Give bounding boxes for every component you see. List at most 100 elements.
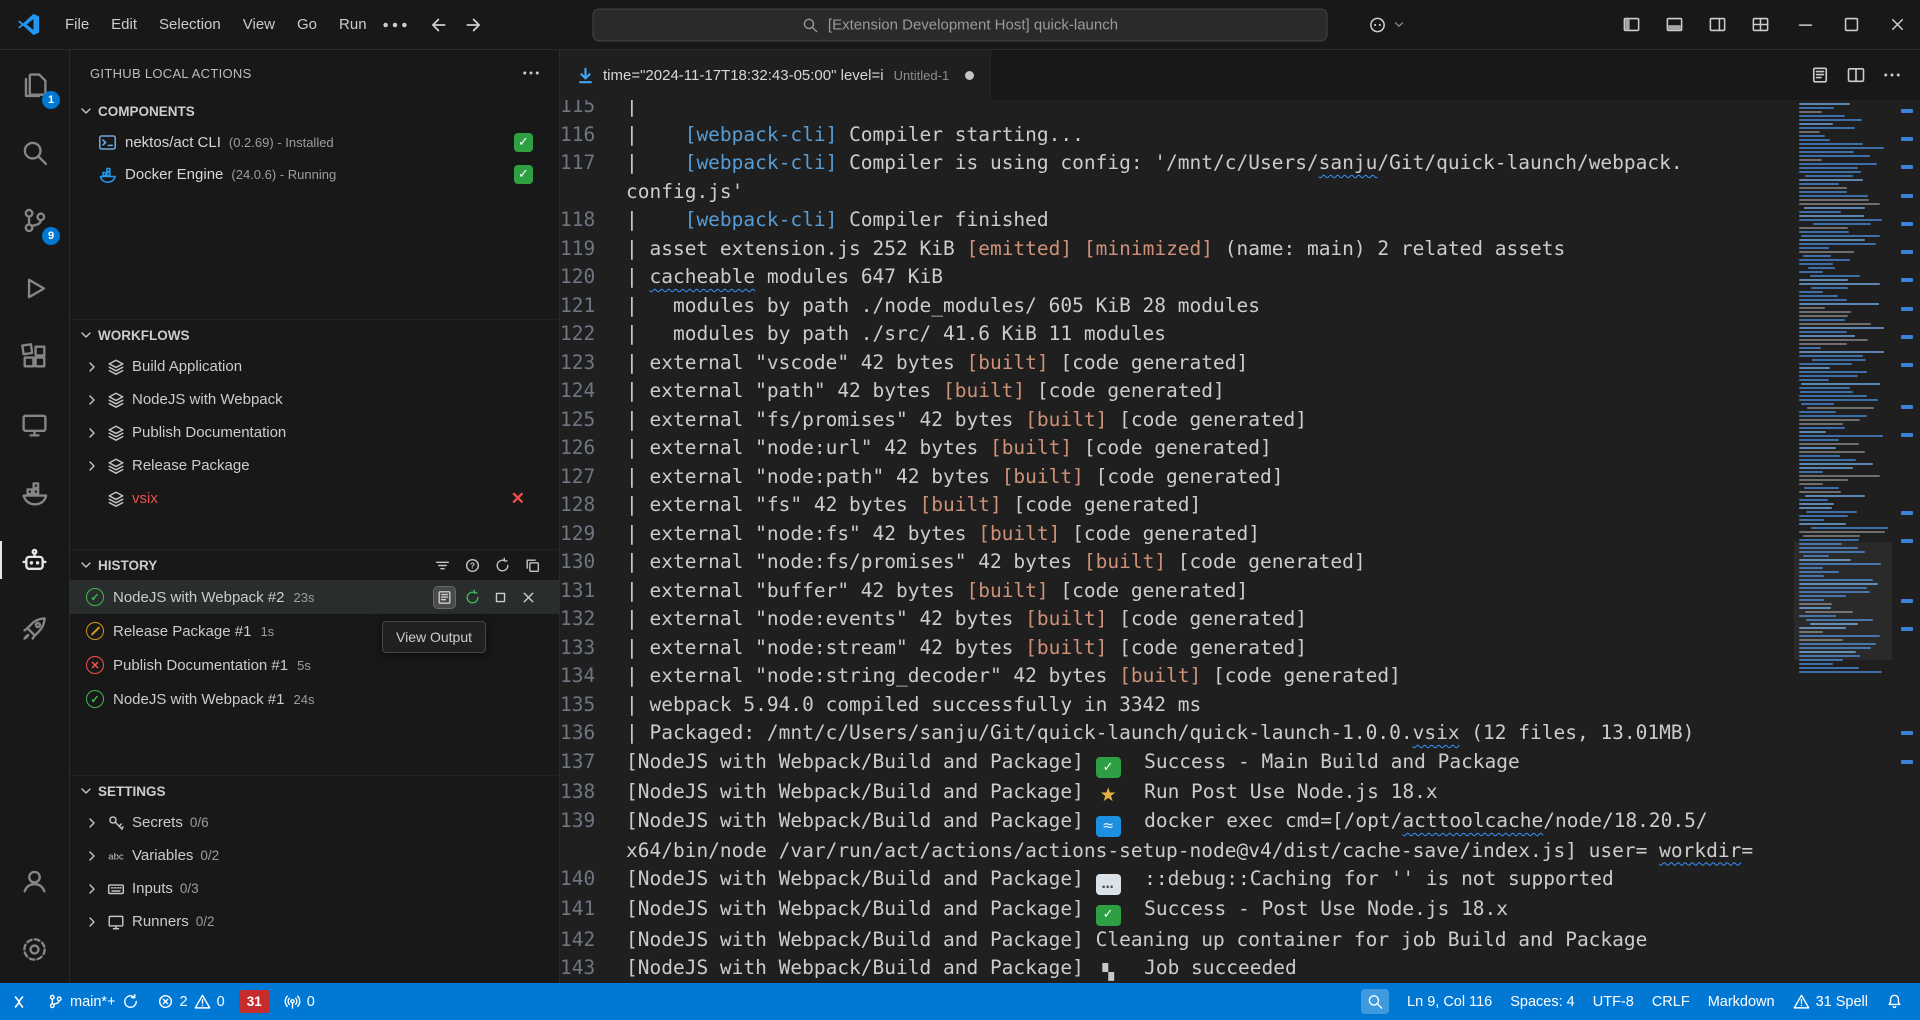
- indentation-status[interactable]: Spaces: 4: [1501, 983, 1584, 1020]
- sidebar-more-actions-icon[interactable]: [521, 63, 541, 83]
- dismiss-button[interactable]: [518, 587, 539, 608]
- minimap[interactable]: [1794, 100, 1892, 983]
- refresh-icon[interactable]: [494, 557, 511, 574]
- activity-extensions[interactable]: [0, 322, 69, 390]
- activity-github-local-actions[interactable]: [0, 526, 69, 594]
- remote-indicator[interactable]: [0, 983, 38, 1020]
- spell-error-badge[interactable]: 31: [239, 990, 270, 1013]
- code-line: 132| external "node:events" 42 bytes [bu…: [560, 605, 1794, 634]
- activity-explorer[interactable]: 1: [0, 50, 69, 118]
- menu-view[interactable]: View: [232, 10, 286, 39]
- history-row[interactable]: ✓NodeJS with Webpack #124s: [70, 682, 559, 716]
- editor-tab[interactable]: time="2024-11-17T18:32:43-05:00" level=i…: [560, 50, 991, 100]
- ruler-mark: [1901, 307, 1913, 311]
- layers-icon: [107, 457, 125, 475]
- workflow-row[interactable]: NodeJS with Webpack: [70, 383, 559, 416]
- stop-button[interactable]: [490, 587, 511, 608]
- split-editor-icon[interactable]: [1846, 65, 1866, 85]
- workflow-row[interactable]: Build Application: [70, 350, 559, 383]
- modified-indicator[interactable]: [965, 71, 974, 80]
- toggle-panel-button[interactable]: [1653, 0, 1696, 49]
- workflow-row[interactable]: Release Package: [70, 449, 559, 482]
- toggle-primary-sidebar-button[interactable]: [1610, 0, 1653, 49]
- layers-icon: [107, 490, 125, 508]
- view-output-tooltip: View Output: [382, 621, 486, 653]
- activity-accounts[interactable]: [0, 847, 69, 915]
- encoding-status[interactable]: UTF-8: [1584, 983, 1643, 1020]
- more-actions-icon[interactable]: [1882, 65, 1902, 85]
- svg-text:abc: abc: [108, 851, 124, 862]
- settings-label: Variables: [132, 847, 193, 864]
- check-emoji: ✓: [1096, 905, 1121, 926]
- chevron-right-icon: [84, 848, 100, 864]
- maximize-icon: [1842, 15, 1861, 34]
- maximize-button[interactable]: [1828, 0, 1874, 49]
- workflow-row[interactable]: vsix✕: [70, 482, 559, 515]
- help-icon[interactable]: ?: [464, 557, 481, 574]
- component-row[interactable]: nektos/act CLI(0.2.69) - Installed✓: [70, 126, 559, 158]
- history-row[interactable]: ✓NodeJS with Webpack #223s: [70, 580, 559, 614]
- menu-edit[interactable]: Edit: [100, 10, 148, 39]
- spell-label: 31 Spell: [1816, 994, 1868, 1010]
- back-button[interactable]: [426, 14, 448, 36]
- more-menus-icon[interactable]: [378, 10, 412, 40]
- ports-status[interactable]: 0: [275, 983, 324, 1020]
- ruler-mark: [1901, 165, 1913, 169]
- component-row[interactable]: Docker Engine(24.0.6) - Running✓: [70, 158, 559, 190]
- history-section-header[interactable]: HISTORY ?: [70, 550, 559, 580]
- command-center[interactable]: [Extension Development Host] quick-launc…: [593, 8, 1328, 41]
- check-emoji: ✓: [1096, 757, 1121, 778]
- forward-button[interactable]: [464, 14, 486, 36]
- search-toggle[interactable]: [1352, 983, 1398, 1020]
- settings-row-secrets[interactable]: Secrets0/6: [70, 806, 559, 839]
- code-line: 124| external "path" 42 bytes [built] [c…: [560, 377, 1794, 406]
- history-label: NodeJS with Webpack #2: [113, 589, 284, 606]
- workflow-label: Publish Documentation: [132, 424, 286, 441]
- sidebar: GITHUB LOCAL ACTIONS COMPONENTS nektos/a…: [70, 50, 560, 983]
- history-header-label: HISTORY: [98, 558, 157, 573]
- minimap-slider[interactable]: [1794, 542, 1892, 660]
- activity-run-debug[interactable]: [0, 254, 69, 322]
- workflow-row[interactable]: Publish Documentation: [70, 416, 559, 449]
- activity-search[interactable]: [0, 118, 69, 186]
- cursor-position[interactable]: Ln 9, Col 116: [1398, 983, 1501, 1020]
- activity-source-control[interactable]: 9: [0, 186, 69, 254]
- component-status-text: (0.2.69) - Installed: [229, 135, 334, 150]
- rerun-button[interactable]: [462, 587, 483, 608]
- settings-row-inputs[interactable]: Inputs0/3: [70, 872, 559, 905]
- problems-status[interactable]: 2 0: [148, 983, 234, 1020]
- activity-manage[interactable]: [0, 915, 69, 983]
- line-number: 129: [560, 520, 626, 549]
- activity-remote-explorer[interactable]: [0, 390, 69, 458]
- eol-status[interactable]: CRLF: [1643, 983, 1699, 1020]
- settings-row-variables[interactable]: abcVariables0/2: [70, 839, 559, 872]
- menu-run[interactable]: Run: [328, 10, 378, 39]
- filter-icon[interactable]: [434, 557, 451, 574]
- branch-status[interactable]: main*+: [38, 983, 148, 1020]
- spell-status[interactable]: 31 Spell: [1784, 983, 1877, 1020]
- customize-layout-button[interactable]: [1739, 0, 1782, 49]
- collapse-all-icon[interactable]: [524, 557, 541, 574]
- workflows-section-header[interactable]: WORKFLOWS: [70, 320, 559, 350]
- code-line: 131| external "buffer" 42 bytes [built] …: [560, 577, 1794, 606]
- success-status-icon: ✓: [86, 690, 104, 708]
- notifications-button[interactable]: [1877, 983, 1912, 1020]
- components-section-header[interactable]: COMPONENTS: [70, 96, 559, 126]
- open-changes-icon[interactable]: [1810, 65, 1830, 85]
- menu-go[interactable]: Go: [286, 10, 328, 39]
- settings-row-runners[interactable]: Runners0/2: [70, 905, 559, 938]
- toggle-secondary-sidebar-button[interactable]: [1696, 0, 1739, 49]
- activity-docker[interactable]: [0, 458, 69, 526]
- menu-selection[interactable]: Selection: [148, 10, 232, 39]
- ruler-mark: [1901, 222, 1913, 226]
- activity-github-actions[interactable]: [0, 594, 69, 662]
- code-area[interactable]: 115|116| [webpack-cli] Compiler starting…: [560, 100, 1794, 983]
- minimize-button[interactable]: [1782, 0, 1828, 49]
- settings-section-header[interactable]: SETTINGS: [70, 776, 559, 806]
- view-output-button[interactable]: [434, 587, 455, 608]
- close-button[interactable]: [1874, 0, 1920, 49]
- copilot-menu[interactable]: [1368, 15, 1406, 34]
- language-mode[interactable]: Markdown: [1699, 983, 1784, 1020]
- history-row[interactable]: ✕Publish Documentation #15s: [70, 648, 559, 682]
- menu-file[interactable]: File: [54, 10, 100, 39]
